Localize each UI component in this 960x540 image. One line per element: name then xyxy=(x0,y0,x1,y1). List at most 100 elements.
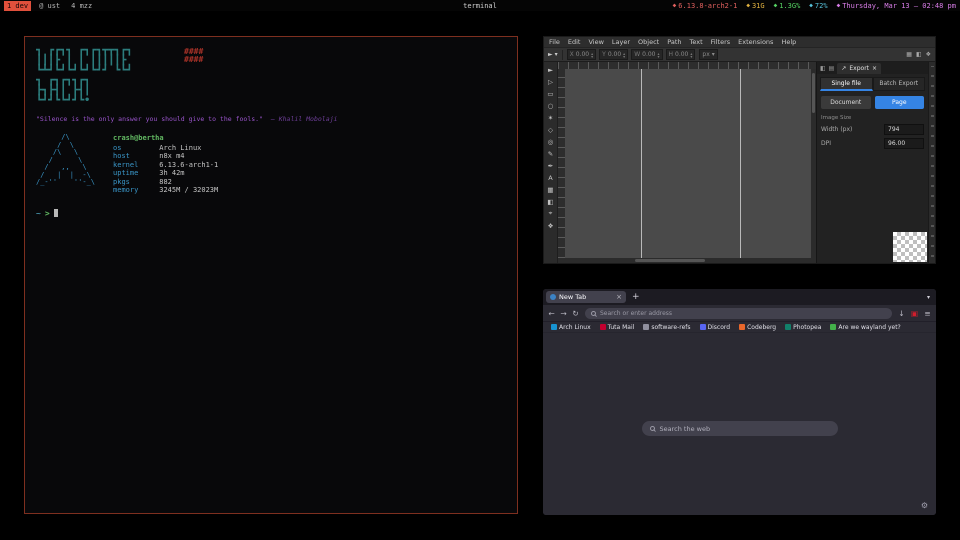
bookmark-item[interactable]: software-refs xyxy=(643,324,690,331)
fetch-label: os xyxy=(113,144,155,153)
menu-item[interactable]: File xyxy=(549,38,560,46)
bookmark-label: Are we wayland yet? xyxy=(838,324,900,331)
browser-window[interactable]: New Tab × + ▾ ← → ↻ Search or enter addr… xyxy=(543,289,936,515)
tool-icon[interactable]: A xyxy=(545,172,556,183)
scrollbar-thumb[interactable] xyxy=(635,259,705,262)
tool-icon[interactable]: ❖ xyxy=(545,220,556,231)
single-file-tab[interactable]: Single file xyxy=(820,77,873,91)
tool-icon[interactable]: ▭ xyxy=(545,88,556,99)
tool-icon[interactable]: ○ xyxy=(545,100,556,111)
bookmark-label: Tuta Mail xyxy=(608,324,635,331)
workspace-tag[interactable]: 1 dev xyxy=(4,1,31,11)
export-area-page-button[interactable]: Page xyxy=(875,96,925,109)
toolbar-icon[interactable]: ❖ xyxy=(926,51,931,58)
fetch-value: 3h 42m xyxy=(159,169,184,177)
spinbox-value: 0.00 xyxy=(576,51,589,58)
menu-item[interactable]: Extensions xyxy=(738,38,773,46)
bookmark-item[interactable]: Discord xyxy=(700,324,731,331)
menu-item[interactable]: Help xyxy=(781,38,796,46)
spinbox-arrows-icon[interactable]: ▴▾ xyxy=(623,52,625,58)
back-button[interactable]: ← xyxy=(547,309,556,318)
terminal-window[interactable]: ┓ ┏┏┓┓ ┏┓┏┓┳┳┓┏┓ ┃┃┃┣ ┃ ┃ ┃┃┃┃┃┣ ┗┻┛┗┛┗┛… xyxy=(24,36,518,514)
ascii-banner-text: ┓ ┏┏┓┓ ┏┓┏┓┳┳┓┏┓ ┃┃┃┣ ┃ ┃ ┃┃┃┃┃┣ ┗┻┛┗┛┗┛… xyxy=(36,46,506,106)
dock-icon-2[interactable]: ▤ xyxy=(829,65,835,74)
export-area-document-button[interactable]: Document xyxy=(821,96,871,109)
tool-icon[interactable]: ◧ xyxy=(545,196,556,207)
selector-tool-dropdown[interactable]: ► ▾ xyxy=(548,51,558,58)
workspace-tag[interactable]: 4 mzz xyxy=(68,1,95,11)
browser-toolbar-icon[interactable]: ↓ xyxy=(897,309,906,318)
coordinate-spinbox[interactable]: H 0.00 ▴▾ xyxy=(666,49,696,60)
coordinate-spinbox[interactable]: X 0.00 ▴▾ xyxy=(567,49,597,60)
fetch-value: 6.13.6-arch1-1 xyxy=(159,161,218,169)
fetch-row: host n8x m4 xyxy=(113,152,218,161)
workspace-tag[interactable]: @ ust xyxy=(36,1,63,11)
bookmark-item[interactable]: Arch Linux xyxy=(551,324,591,331)
tool-icon[interactable]: ◇ xyxy=(545,124,556,135)
chevron-down-icon: ▾ xyxy=(712,51,715,58)
toolbar-icon[interactable]: ◧ xyxy=(916,51,922,58)
inkscape-canvas[interactable] xyxy=(565,69,811,258)
spinbox-arrows-icon[interactable]: ▴▾ xyxy=(690,52,692,58)
coordinate-spinbox[interactable]: W 0.00 ▴▾ xyxy=(631,49,662,60)
fetch-label: memory xyxy=(113,186,155,195)
export-tab-icon: ↗ xyxy=(841,65,846,72)
fetch-value: 3245M / 32023M xyxy=(159,186,218,194)
menu-item[interactable]: Path xyxy=(667,38,681,46)
status-module-label: 1.3G% xyxy=(779,2,800,10)
tool-icon[interactable]: ⌖ xyxy=(545,208,556,219)
menu-item[interactable]: Layer xyxy=(612,38,630,46)
coordinate-spinbox[interactable]: Y 0.00 ▴▾ xyxy=(599,49,628,60)
shell-prompt[interactable]: ~ > xyxy=(36,209,506,218)
menu-item[interactable]: Object xyxy=(638,38,659,46)
units-dropdown[interactable]: px ▾ xyxy=(699,49,717,60)
inkscape-main-area: ► ▷ ▭ ○ ✶ ◇ ◎ ✎ ✒ A xyxy=(544,62,935,263)
personalize-gear-icon[interactable]: ⚙ xyxy=(921,501,928,510)
tool-icon[interactable]: ◎ xyxy=(545,136,556,147)
menu-item[interactable]: Filters xyxy=(711,38,730,46)
reload-button[interactable]: ↻ xyxy=(571,309,580,318)
tool-icon[interactable]: ► xyxy=(545,64,556,75)
inkscape-window[interactable]: File Edit View Layer Object Path Text Fi… xyxy=(543,36,936,264)
batch-export-tab[interactable]: Batch Export xyxy=(873,77,926,91)
scrollbar-thumb[interactable] xyxy=(812,73,815,113)
tool-icon[interactable]: ▷ xyxy=(545,76,556,87)
url-bar[interactable]: Search or enter address xyxy=(585,308,892,319)
tab-close-icon[interactable]: × xyxy=(616,293,622,301)
menu-item[interactable]: View xyxy=(588,38,603,46)
dock-icon-1[interactable]: ◧ xyxy=(820,65,826,74)
search-icon xyxy=(591,311,596,316)
bookmark-label: software-refs xyxy=(651,324,690,331)
export-size-fields: Width (px) 794 DPI 96.00 xyxy=(817,121,928,149)
spinbox-arrows-icon[interactable]: ▴▾ xyxy=(657,52,659,58)
export-tab-close-icon[interactable]: × xyxy=(872,65,877,72)
snap-toolbar xyxy=(928,62,935,263)
tool-icon[interactable]: ✶ xyxy=(545,112,556,123)
browser-tab[interactable]: New Tab × xyxy=(546,291,626,303)
tool-icon[interactable]: ✒ xyxy=(545,160,556,171)
menu-item[interactable]: Edit xyxy=(568,38,581,46)
horizontal-ruler xyxy=(558,62,816,69)
export-field-input[interactable]: 96.00 xyxy=(884,138,924,149)
bookmark-item[interactable]: Tuta Mail xyxy=(600,324,635,331)
tool-icon[interactable]: ✎ xyxy=(545,148,556,159)
browser-toolbar-icon[interactable]: ▣ xyxy=(910,309,919,318)
canvas-horizontal-scrollbar[interactable] xyxy=(558,258,816,263)
new-tab-button[interactable]: + xyxy=(629,292,643,302)
browser-toolbar-icon[interactable]: ≡ xyxy=(923,309,932,318)
export-field-input[interactable]: 794 xyxy=(884,124,924,135)
toolbar-icon[interactable]: ▦ xyxy=(906,51,912,58)
export-tab[interactable]: ↗ Export × xyxy=(837,63,881,74)
tab-list-chevron-icon[interactable]: ▾ xyxy=(927,294,933,301)
forward-button[interactable]: → xyxy=(559,309,568,318)
bookmark-item[interactable]: Photopea xyxy=(785,324,821,331)
tool-icon[interactable]: ▦ xyxy=(545,184,556,195)
web-search-box[interactable]: Search the web xyxy=(642,421,838,436)
spinbox-label: Y xyxy=(602,51,606,58)
menu-item[interactable]: Text xyxy=(690,38,703,46)
spinbox-arrows-icon[interactable]: ▴▾ xyxy=(591,52,593,58)
bookmark-favicon-icon xyxy=(643,324,649,330)
bookmark-item[interactable]: Codeberg xyxy=(739,324,776,331)
status-module-label: Thursday, Mar 13 — 02:48 pm xyxy=(842,2,956,10)
bookmark-item[interactable]: Are we wayland yet? xyxy=(830,324,900,331)
